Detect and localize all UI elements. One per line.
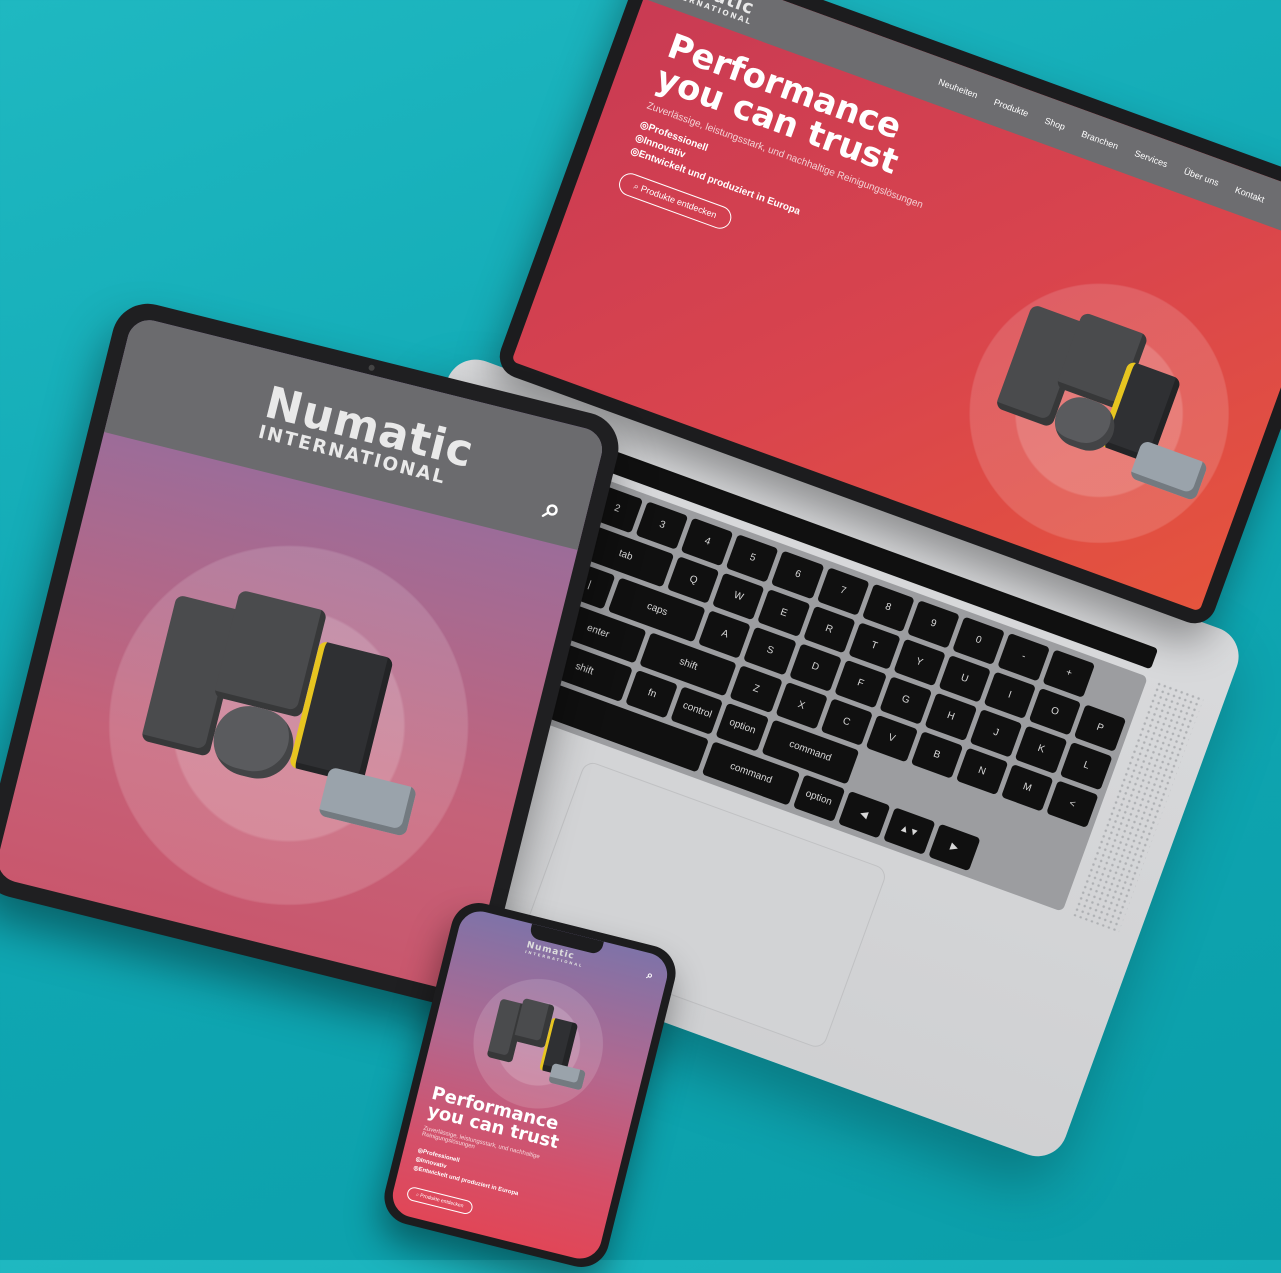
keyboard-key[interactable]: H [924, 692, 978, 741]
keyboard-key[interactable]: < [1046, 779, 1099, 828]
keyboard-key[interactable]: B [910, 730, 964, 779]
keyboard-key[interactable]: N [955, 747, 1009, 796]
search-icon[interactable]: ⌕ [645, 969, 654, 983]
keyboard-key[interactable]: A [698, 610, 752, 659]
keyboard-key[interactable]: option [792, 773, 846, 822]
brand-logo[interactable]: Numatic INTERNATIONAL [525, 940, 586, 968]
nav-item-neuheiten[interactable]: Neuheiten [937, 77, 979, 100]
keyboard-key[interactable]: 0 [952, 616, 1005, 665]
cta-label: Produkte entdecken [419, 1192, 465, 1210]
keyboard-key[interactable]: + [1042, 649, 1096, 698]
search-icon[interactable]: ⌕ [540, 491, 564, 528]
keyboard-key[interactable]: 8 [861, 583, 915, 632]
keyboard-key[interactable]: ▶ [928, 823, 981, 872]
keyboard-key[interactable]: 4 [681, 517, 734, 566]
keyboard-key[interactable]: M [1000, 763, 1054, 812]
keyboard-key[interactable]: - [997, 632, 1050, 681]
keyboard-key[interactable]: 5 [726, 534, 779, 583]
keyboard-key[interactable]: option [716, 702, 769, 751]
keyboard-key[interactable]: F [834, 659, 887, 708]
nav-item-ueber-uns[interactable]: Über uns [1183, 166, 1221, 188]
front-camera [367, 364, 376, 372]
keyboard-key[interactable]: L [1059, 741, 1113, 790]
keyboard-key[interactable]: V [865, 714, 918, 763]
keyboard-key[interactable]: ▲▼ [882, 806, 936, 855]
nav-item-kontakt[interactable]: Kontakt [1234, 185, 1266, 205]
keyboard-key[interactable]: 9 [906, 599, 960, 649]
nav-item-services[interactable]: Services [1133, 148, 1169, 169]
keyboard-key[interactable]: 7 [816, 567, 870, 616]
keyboard-key[interactable]: D [788, 643, 842, 692]
keyboard-key[interactable]: 3 [635, 501, 689, 550]
keyboard-key[interactable]: 6 [771, 550, 825, 599]
keyboard-key[interactable]: ◀ [837, 790, 891, 839]
keyboard-key[interactable]: fn [625, 669, 679, 719]
nav-item-produkte[interactable]: Produkte [993, 97, 1030, 119]
keyboard-key[interactable]: K [1014, 725, 1068, 774]
keyboard-key[interactable]: S [743, 626, 797, 675]
nav-item-branchen[interactable]: Branchen [1080, 129, 1120, 152]
keyboard-key[interactable]: J [969, 708, 1023, 758]
brand-logo[interactable]: Numatic INTERNATIONAL [662, 0, 759, 27]
nav-item-shop[interactable]: Shop [1043, 115, 1066, 132]
cta-label: Produkte entdecken [639, 183, 719, 221]
products-cta-button[interactable]: ⌕ Produkte entdecken [405, 1185, 474, 1216]
keyboard-key[interactable]: G [879, 676, 932, 725]
brand-logo[interactable]: Numatic INTERNATIONAL [256, 377, 479, 493]
keyboard-key[interactable]: control [670, 686, 724, 735]
